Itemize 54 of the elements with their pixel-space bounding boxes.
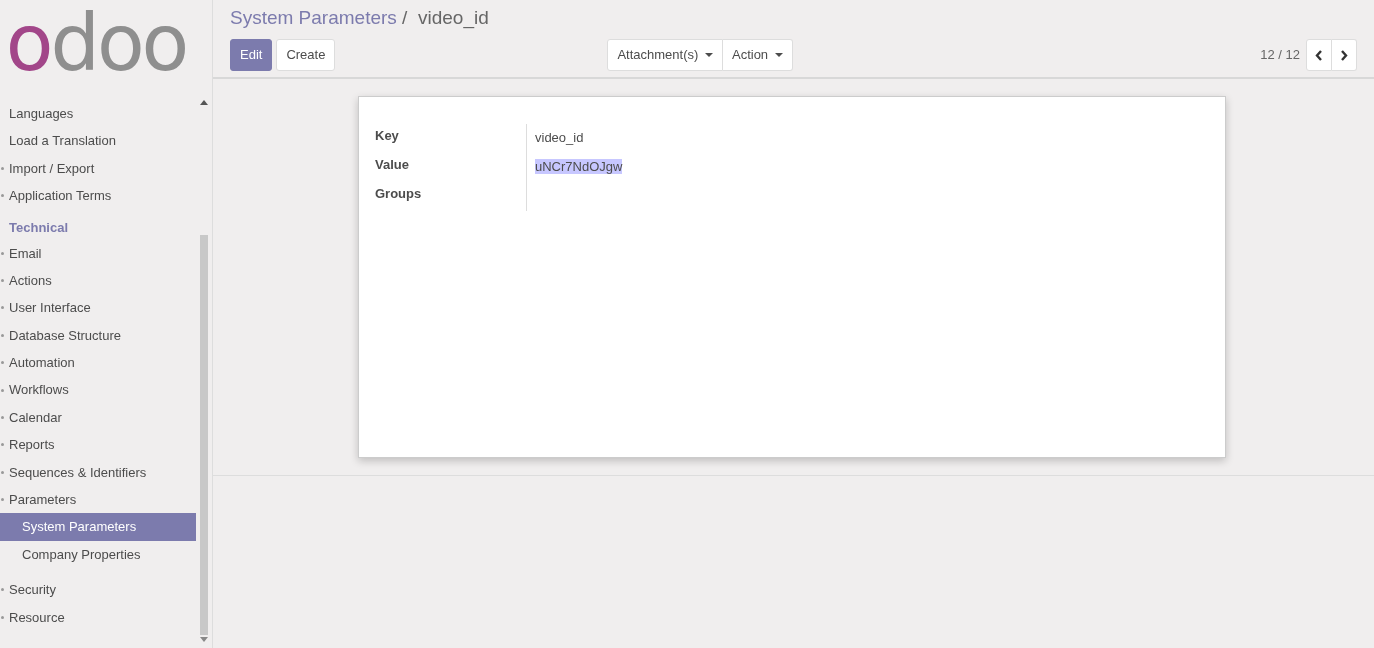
bullet-icon <box>1 415 4 419</box>
field-label: Key <box>375 124 527 153</box>
bullet-icon <box>1 278 4 282</box>
bullet-icon <box>1 306 4 310</box>
dropdown-button[interactable]: Action <box>722 38 793 71</box>
section-heading: Technical <box>8 219 69 238</box>
bullet-icon <box>1 388 4 392</box>
sidebar-item[interactable]: Sequences & Identifiers <box>0 458 198 487</box>
sidebar-item[interactable]: Database Structure <box>0 321 198 350</box>
sidebar-item[interactable]: Actions <box>0 266 198 295</box>
sidebar-item[interactable]: Automation <box>0 349 198 377</box>
sidebar-item[interactable]: Reports <box>0 431 198 459</box>
bullet-icon <box>1 498 4 502</box>
sidebar-item[interactable]: User Interface <box>0 294 198 322</box>
bullet-icon <box>1 166 4 170</box>
sidebar-item[interactable]: Security <box>0 576 198 604</box>
bullet-icon <box>1 333 4 337</box>
sidebar-item[interactable]: System Parameters <box>0 513 196 541</box>
field-value: video_id <box>535 130 584 145</box>
edit-button[interactable]: Edit <box>230 38 273 71</box>
bullet-icon <box>1 361 4 365</box>
create-button[interactable]: Create <box>276 38 336 71</box>
scroll-up-icon[interactable] <box>199 100 208 105</box>
chevron-right-icon <box>1340 49 1348 61</box>
chevron-left-icon <box>1315 49 1323 61</box>
sidebar-item[interactable]: Email <box>0 239 198 267</box>
sidebar-item[interactable]: Import / Export <box>0 154 198 183</box>
sidebar-item[interactable]: Application Terms <box>0 182 198 210</box>
caret-icon <box>704 53 713 58</box>
next-button[interactable] <box>1332 38 1357 71</box>
sidebar-item[interactable]: Workflows <box>0 376 198 404</box>
pager-count: 12 / 12 <box>1260 45 1300 64</box>
sidebar-item[interactable]: Calendar <box>0 403 198 432</box>
bullet-icon <box>1 251 4 255</box>
sidebar-item[interactable]: Parameters <box>0 486 198 514</box>
bullet-icon <box>1 194 4 198</box>
bullet-icon <box>1 615 4 619</box>
field-label: Value <box>375 153 527 182</box>
scroll-down-icon[interactable] <box>199 637 208 642</box>
record-title: video_id <box>417 7 489 28</box>
scrollbar-thumb[interactable] <box>199 235 208 635</box>
sidebar-item[interactable]: Resource <box>0 603 198 632</box>
previous-button[interactable] <box>1306 38 1332 71</box>
bullet-icon <box>1 470 4 474</box>
field-label: Groups <box>375 182 527 211</box>
bullet-icon <box>1 588 4 592</box>
breadcrumb-separator: / <box>402 7 408 28</box>
bullet-icon <box>1 443 4 447</box>
field-value: uNCr7NdOJgw <box>535 159 623 174</box>
sidebar-item[interactable]: Load a Translation <box>0 127 198 155</box>
sidebar-item[interactable]: Company Properties <box>0 540 196 569</box>
dropdown-button[interactable]: Attachment(s) <box>607 38 723 71</box>
caret-icon <box>774 53 783 58</box>
sidebar-item[interactable]: Languages <box>0 100 198 128</box>
